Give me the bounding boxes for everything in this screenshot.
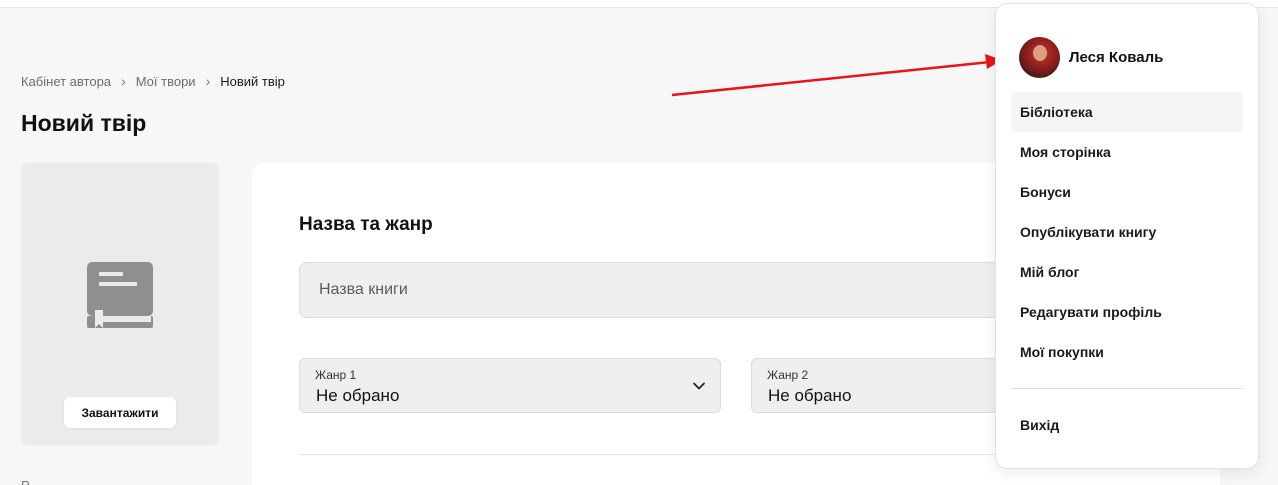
genre2-label: Жанр 2	[767, 368, 809, 382]
section-title: Назва та жанр	[299, 214, 433, 235]
cover-upload-area[interactable]: Завантажити	[21, 163, 219, 445]
upload-button[interactable]: Завантажити	[64, 397, 176, 428]
user-name: Леся Коваль	[1069, 49, 1164, 66]
book-icon	[87, 262, 153, 328]
breadcrumb-current: Новий твір	[220, 73, 285, 89]
page: Кабінет автора › Мої твори › Новий твір …	[0, 0, 1278, 485]
menu-divider	[1011, 388, 1243, 389]
menu-item-library[interactable]: Бібліотека	[1011, 92, 1243, 132]
menu-item-edit-profile[interactable]: Редагувати профіль	[1011, 292, 1243, 332]
breadcrumb-cabinet-link[interactable]: Кабінет автора	[21, 74, 111, 89]
genre2-value: Не обрано	[768, 386, 852, 405]
avatar	[1019, 37, 1060, 78]
cut-off-text: Р	[21, 478, 30, 485]
menu-item-my-page[interactable]: Моя сторінка	[1011, 132, 1243, 172]
genre1-label: Жанр 1	[315, 368, 357, 382]
menu-item-logout[interactable]: Вихід	[1011, 405, 1243, 445]
chevron-right-icon: ›	[121, 73, 126, 89]
chevron-right-icon: ›	[205, 73, 211, 89]
menu-item-bonuses[interactable]: Бонуси	[1011, 172, 1243, 212]
breadcrumb: Кабінет автора › Мої твори › Новий твір	[21, 73, 285, 89]
menu-item-publish-book[interactable]: Опублікувати книгу	[1011, 212, 1243, 252]
menu-item-my-purchases[interactable]: Мої покупки	[1011, 332, 1243, 372]
user-profile[interactable]: Леся Коваль	[1019, 37, 1163, 78]
genre1-value: Не обрано	[316, 386, 400, 405]
menu-item-my-blog[interactable]: Мій блог	[1011, 252, 1243, 292]
chevron-down-icon	[693, 382, 705, 390]
breadcrumb-my-works-link[interactable]: Мої твори	[136, 74, 196, 89]
user-dropdown-menu: Леся Коваль Бібліотека Моя сторінка Бону…	[995, 3, 1259, 469]
page-title: Новий твір	[21, 110, 147, 136]
genre1-select[interactable]: Жанр 1 Не обрано	[299, 358, 721, 413]
